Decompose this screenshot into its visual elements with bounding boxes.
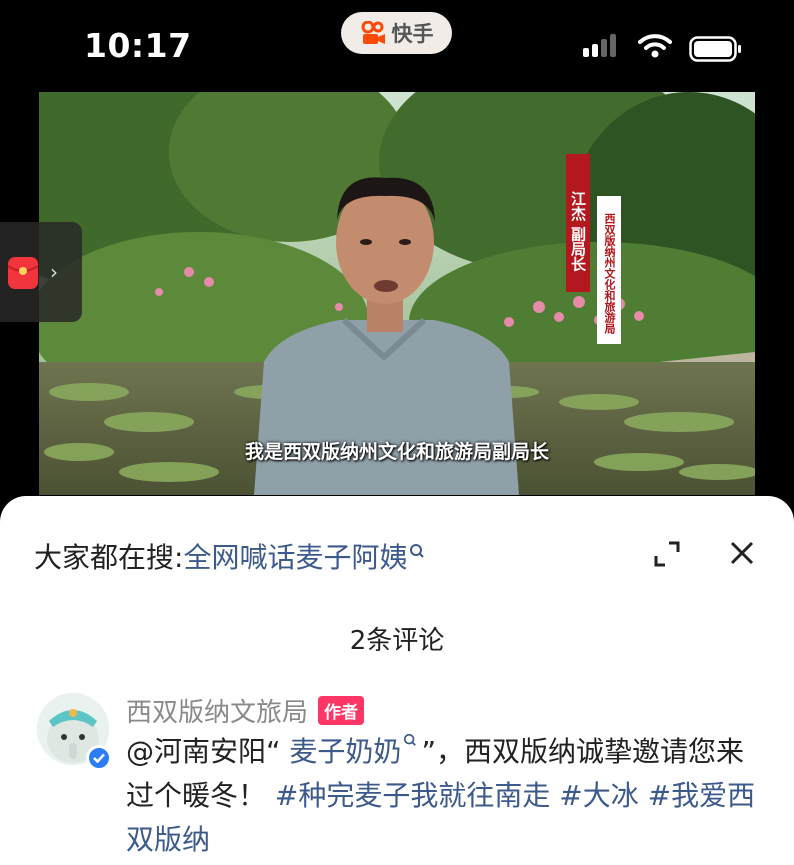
status-time: 10:17: [84, 26, 192, 65]
video-frame: [39, 92, 755, 495]
red-packet-side-tab[interactable]: ›: [0, 222, 82, 322]
app-name: 快手: [391, 22, 434, 46]
expand-icon[interactable]: [653, 540, 681, 568]
close-icon[interactable]: [730, 541, 754, 565]
signal-icon: [583, 34, 616, 57]
author-badge: 作者: [318, 696, 365, 725]
mention-prefix: @河南安阳“: [126, 735, 281, 768]
trending-search-term[interactable]: 全网喊话麦子阿姨: [183, 536, 407, 576]
wifi-icon: [638, 34, 672, 58]
verified-icon: [86, 745, 112, 771]
hashtag-link[interactable]: #大冰: [559, 779, 638, 812]
hashtag-link[interactable]: #种完麦子我就往南走: [275, 779, 550, 812]
search-icon: [410, 544, 425, 558]
chevron-right-icon: ›: [50, 260, 58, 284]
mention-link[interactable]: 麦子奶奶: [289, 735, 401, 768]
comment-author-name[interactable]: 西双版纳文旅局: [126, 692, 308, 729]
comment-sheet: 大家都在搜: 全网喊话麦子阿姨 2条评论 西双版纳文旅局 作者 @河南安阳“ 麦…: [0, 496, 794, 865]
search-icon: [404, 733, 417, 746]
red-packet-icon: [7, 257, 39, 289]
video-player[interactable]: 江杰 副局长 西双版纳州文化和旅游局 我是西双版纳州文化和旅游局副局长: [39, 92, 755, 495]
kuaishou-logo-icon: [361, 21, 385, 44]
battery-icon: [689, 36, 741, 62]
trending-search[interactable]: 大家都在搜: 全网喊话麦子阿姨: [34, 536, 425, 576]
organization-banner: 西双版纳州文化和旅游局: [597, 196, 621, 344]
trending-search-label: 大家都在搜:: [34, 541, 184, 574]
speaker-name-banner: 江杰 副局长: [566, 154, 590, 292]
video-subtitle: 我是西双版纳州文化和旅游局副局长: [244, 441, 549, 463]
comment-text: @河南安阳“ 麦子奶奶 ”，西双版纳诚挚邀请您来过个暖冬！ #种完麦子我就往南走…: [126, 730, 766, 862]
comment-author-row: 西双版纳文旅局 作者: [126, 692, 365, 729]
app-return-pill[interactable]: 快手: [341, 12, 452, 54]
status-bar: 10:17 快手: [0, 0, 794, 90]
comment-count: 2条评论: [349, 626, 445, 656]
screen: 10:17 快手 江杰 副局长 西双版纳州文化和旅游局 我是西双版纳州文化和旅游…: [0, 0, 794, 865]
